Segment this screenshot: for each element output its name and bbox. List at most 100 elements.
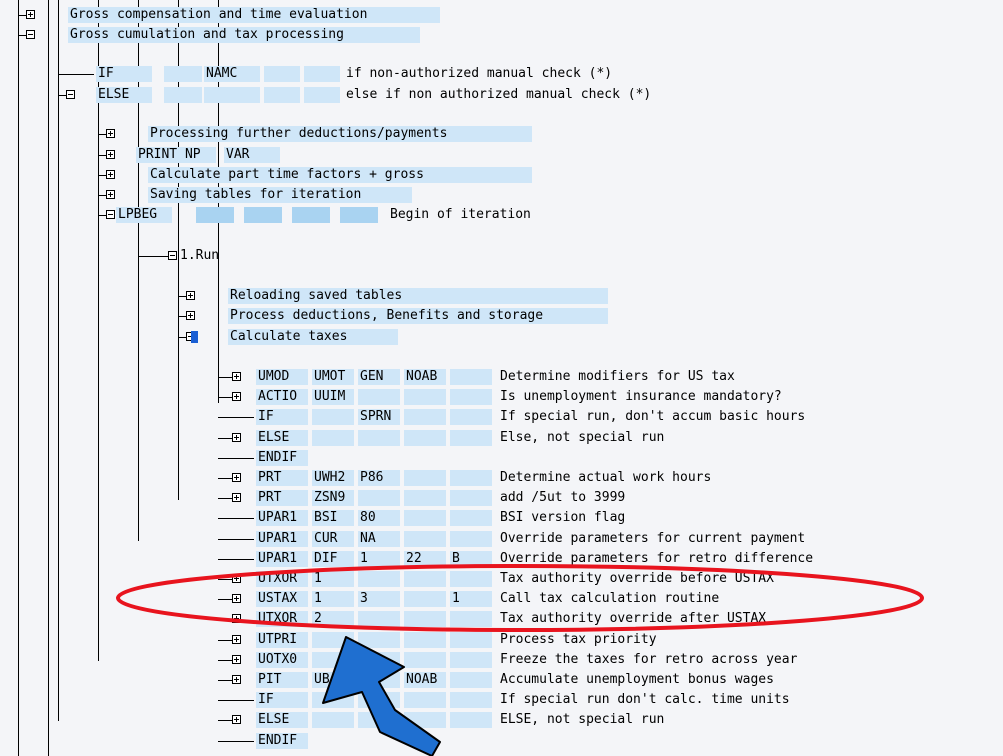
node-field-bg (358, 611, 400, 628)
tree-node[interactable]: UTXOR 1 Tax authority override before USTA… (0, 569, 1003, 589)
tree-branch (98, 134, 106, 135)
tree-node[interactable]: ENDIF (0, 731, 1003, 751)
node-field: VAR (226, 147, 250, 162)
tree-branch (218, 558, 254, 560)
expand-plus-icon[interactable] (186, 311, 195, 320)
expand-plus-icon[interactable] (232, 654, 241, 664)
tree-node[interactable]: PRINT NP VAR (0, 145, 1003, 165)
tree-node[interactable]: Calculate taxes (0, 327, 1003, 347)
expand-plus-icon[interactable] (232, 594, 241, 604)
node-field-bg (404, 611, 446, 628)
tree-node[interactable]: LPBEG Begin of iteration (0, 205, 1003, 225)
collapse-minus-icon[interactable] (106, 210, 115, 219)
node-field-bg (404, 409, 446, 426)
node-field: ENDIF (258, 449, 298, 465)
tree-node[interactable]: UMOD UMOT GEN NOAB Determine modifiers for U… (0, 367, 1003, 387)
tree-node[interactable]: Gross cumulation and tax processing (0, 25, 1003, 45)
node-description: Override parameters for current payment (500, 530, 806, 546)
node-field-bg (404, 692, 446, 709)
expand-plus-icon[interactable] (232, 574, 241, 583)
tree-node[interactable]: IF SPRN If special run, don't accum basic … (0, 407, 1003, 427)
node-field: NA (360, 530, 376, 546)
tree-node[interactable]: UPAR1 DIF 1 22 B Override parameters for retr… (0, 549, 1003, 569)
node-field: PIT (258, 672, 282, 687)
tree-node[interactable]: ELSE Else, not special run (0, 428, 1003, 448)
tree-node[interactable]: Process deductions, Benefits and storage (0, 306, 1003, 326)
expand-plus-icon[interactable] (232, 715, 241, 725)
tree-node[interactable]: ELSE ELSE, not special run (0, 710, 1003, 730)
node-field-bg (450, 409, 492, 426)
node-field-bg (358, 490, 400, 507)
node-field: UWH2 (314, 470, 346, 485)
tree-branch (218, 498, 232, 500)
node-field-bg (450, 631, 492, 648)
tree-node[interactable]: ACTIO UUIM Is unemployment insurance manda… (0, 387, 1003, 407)
tree-node[interactable]: USTAX 1 3 1 Call tax calculation routine (0, 589, 1003, 609)
expand-plus-icon[interactable] (106, 170, 115, 179)
tree-node[interactable]: PRT ZSN9 add /5ut to 3999 (0, 488, 1003, 508)
node-field: UOTX0 (258, 651, 298, 667)
tree-branch (18, 35, 26, 36)
tree-node[interactable]: Saving tables for iteration (0, 185, 1003, 205)
tree-branch (218, 377, 232, 378)
expand-plus-icon[interactable] (106, 129, 115, 138)
expand-plus-icon[interactable] (232, 634, 241, 644)
node-field: ELSE (258, 712, 290, 728)
expand-plus-icon[interactable] (106, 150, 115, 159)
expand-plus-icon[interactable] (232, 614, 241, 624)
tree-node[interactable]: IF NAMC if non-authorized manual check (*) (0, 64, 1003, 84)
collapse-minus-icon[interactable] (26, 30, 35, 39)
selection-cursor (191, 331, 198, 343)
collapse-minus-icon[interactable] (168, 251, 177, 260)
tree-branch (218, 659, 232, 661)
node-field-bg (404, 470, 446, 486)
tree-node[interactable]: UPAR1 CUR NA Override parameters for curren… (0, 529, 1003, 549)
tree-branch (58, 95, 66, 96)
tree-branch (98, 215, 106, 216)
node-field: Saving tables for iteration (150, 187, 362, 202)
expand-plus-icon[interactable] (186, 291, 195, 300)
expand-plus-icon[interactable] (232, 675, 241, 684)
tree-node[interactable]: Processing further deductions/payments (0, 124, 1003, 144)
tree-node[interactable]: Reloading saved tables (0, 286, 1003, 306)
expand-plus-icon[interactable] (26, 10, 35, 19)
program-structure-tree: Gross compensation and time evaluation Gr… (0, 0, 1003, 756)
tree-node[interactable]: IF If special run don't calc. time units (0, 690, 1003, 710)
tree-node[interactable]: UPAR1 BSI 80 BSI version flag (0, 508, 1003, 528)
expand-plus-icon[interactable] (232, 473, 241, 482)
node-field-bg (404, 591, 446, 608)
node-field-bg (312, 409, 354, 426)
node-field: Calculate taxes (230, 329, 348, 344)
node-field: NOAB (406, 672, 438, 687)
tree-node[interactable]: ELSE else if non authorized manual check … (0, 85, 1003, 105)
tree-node[interactable]: UTXOR 2 Tax authority override after USTAX (0, 609, 1003, 629)
tree-node[interactable]: PIT UB NOAB Accumulate unemployment bonus w… (0, 670, 1003, 690)
node-description: Freeze the taxes for retro across year (500, 651, 798, 667)
tree-node[interactable]: PRT UWH2 P86 Determine actual work hours (0, 468, 1003, 488)
tree-node[interactable]: UOTX0 Freeze the taxes for retro across y… (0, 650, 1003, 670)
node-field-bg (196, 207, 234, 223)
node-field: CUR (314, 530, 338, 546)
node-field-bg (358, 631, 400, 648)
node-field: UPAR1 (258, 510, 298, 526)
collapse-minus-icon[interactable] (66, 90, 75, 99)
expand-plus-icon[interactable] (232, 493, 241, 503)
tree-node[interactable]: 1.Run (0, 246, 1003, 266)
node-field-bg (450, 692, 492, 709)
node-field: IF (258, 409, 274, 425)
expand-plus-icon[interactable] (232, 372, 241, 381)
tree-node[interactable]: ENDIF (0, 448, 1003, 468)
tree-branch (218, 437, 232, 439)
tree-node[interactable]: Calculate part time factors + gross (0, 165, 1003, 185)
node-description: Tax authority override before USTAX (500, 571, 774, 586)
tree-node[interactable]: UTPRI Process tax priority (0, 630, 1003, 650)
expand-plus-icon[interactable] (232, 392, 241, 402)
expand-plus-icon[interactable] (232, 432, 241, 442)
node-field: Process deductions, Benefits and storage (230, 308, 544, 323)
node-field-bg (358, 692, 400, 709)
node-description: add /5ut to 3999 (500, 490, 626, 506)
expand-plus-icon[interactable] (106, 190, 115, 199)
node-field: 80 (360, 510, 376, 526)
tree-node[interactable]: Gross compensation and time evaluation (0, 5, 1003, 25)
node-field: 22 (406, 550, 422, 566)
